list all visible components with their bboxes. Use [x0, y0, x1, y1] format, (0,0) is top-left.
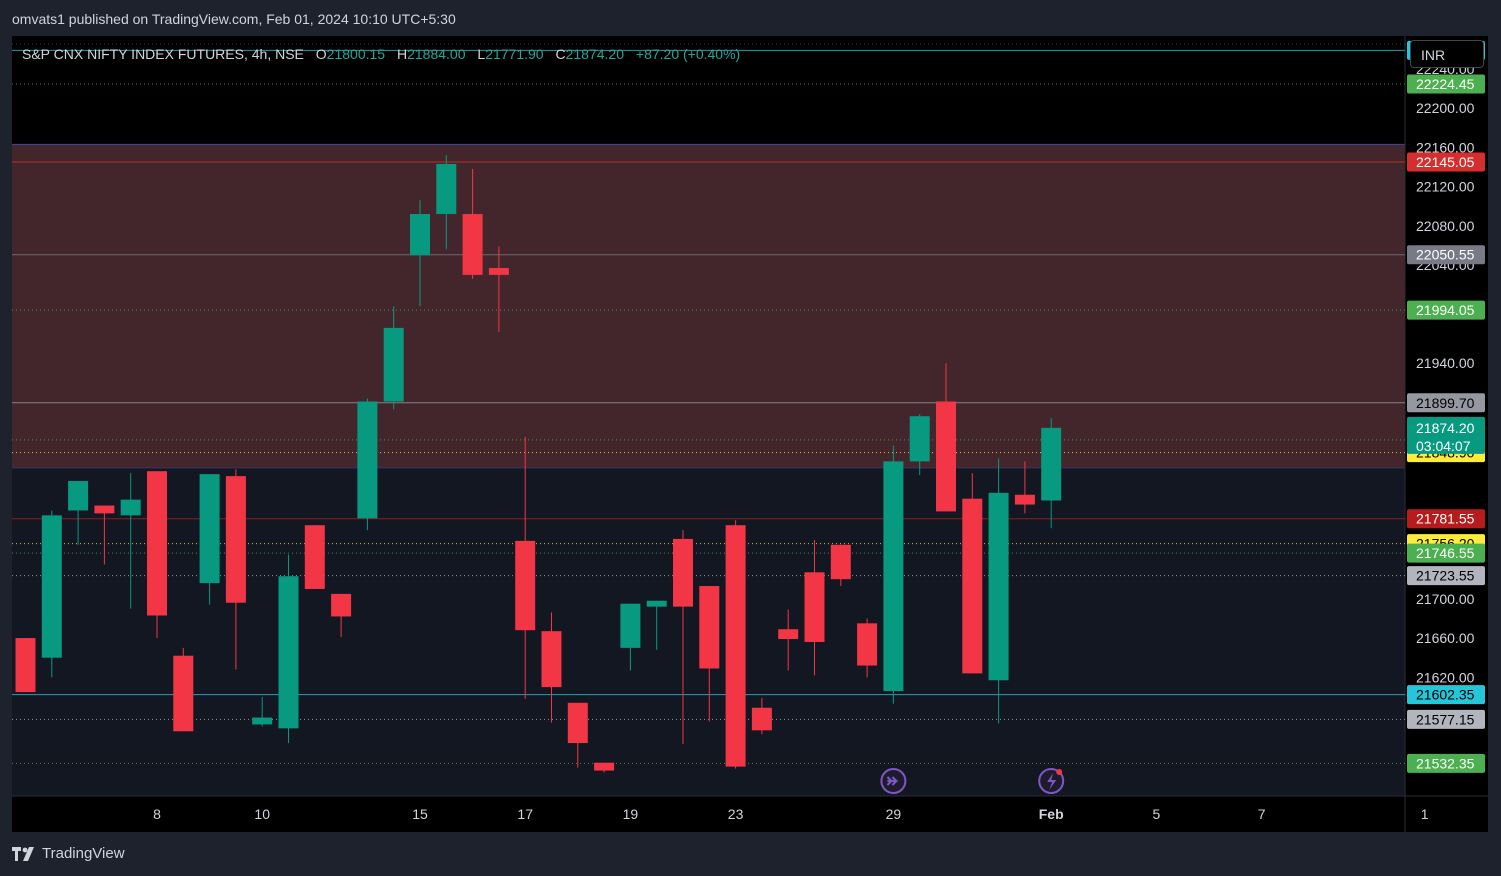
price-tick-label: 22200.00 [1416, 100, 1475, 116]
close-value: 21874.20 [565, 46, 625, 62]
bar-countdown: 03:04:07 [1416, 438, 1471, 454]
candle-body [1041, 427, 1062, 501]
candle-body [15, 638, 36, 693]
candle-body [830, 544, 851, 580]
time-tick-label: 29 [886, 806, 902, 822]
price-tick-label: 22120.00 [1416, 179, 1475, 195]
candle-body [120, 499, 141, 516]
level-price-label: 21994.05 [1416, 302, 1475, 318]
level-price-label: 21602.35 [1416, 687, 1475, 703]
candle-body [68, 481, 89, 511]
candle-body [147, 471, 167, 616]
high-label: H [396, 46, 408, 62]
tradingview-logo[interactable]: TradingView [12, 845, 125, 862]
candle-body [646, 600, 667, 607]
price-tick-label: 21940.00 [1416, 355, 1475, 371]
symbol-name[interactable]: S&P CNX NIFTY INDEX FUTURES, 4h, NSE [22, 46, 304, 62]
earnings-event-icon[interactable] [1038, 768, 1065, 794]
candle-body [252, 717, 273, 725]
candle-body [909, 416, 930, 462]
candle-body [988, 492, 1009, 681]
candle-body [594, 762, 615, 771]
time-tick-label: 19 [623, 806, 639, 822]
time-tick-label: 23 [728, 806, 744, 822]
level-price-label: 22050.55 [1416, 247, 1475, 263]
open-value: 21800.15 [326, 46, 386, 62]
candle-body [883, 461, 904, 692]
dividend-event-icon[interactable] [880, 768, 907, 794]
candle-body [699, 586, 720, 669]
level-price-label: 21532.35 [1416, 755, 1475, 771]
candle-body [462, 214, 483, 275]
price-tick-label: 22080.00 [1416, 218, 1475, 234]
candle-body [515, 540, 536, 631]
candle-body [488, 268, 509, 275]
candle-body [41, 515, 62, 658]
resistance-zone [12, 144, 1405, 469]
level-price-label: 21781.55 [1416, 511, 1475, 527]
candle-body [751, 707, 772, 731]
price-tick-label: 21620.00 [1416, 669, 1475, 685]
brand-name: TradingView [42, 845, 125, 862]
level-price-label: 21723.55 [1416, 568, 1475, 584]
time-tick-label: 8 [153, 806, 161, 822]
price-tick-label: 21700.00 [1416, 591, 1475, 607]
level-price-label: 22224.45 [1416, 76, 1475, 92]
candle-body [778, 629, 799, 640]
candle-body [278, 576, 299, 729]
candle-body [357, 401, 378, 519]
time-tick-label: 10 [254, 806, 270, 822]
candle-body [541, 631, 562, 688]
candle-body [620, 603, 641, 648]
time-tick-label: 7 [1258, 806, 1266, 822]
low-value: 21771.90 [485, 46, 544, 62]
candle-body [567, 702, 588, 744]
level-price-label: 22145.05 [1416, 154, 1475, 170]
candle-body [331, 593, 352, 617]
candle-body [304, 525, 325, 589]
candle-body [804, 572, 825, 642]
change-value: +87.20 (+0.40%) [635, 46, 741, 62]
candle-body [199, 474, 220, 584]
level-price-label: 21899.70 [1416, 395, 1475, 411]
candle-body [725, 525, 746, 767]
open-label: O [315, 46, 327, 62]
candle-body [383, 327, 404, 402]
candle-body [673, 538, 693, 607]
time-tick-label: 5 [1153, 806, 1161, 822]
high-value: 21884.00 [407, 46, 466, 62]
candle-body [225, 476, 246, 603]
candle-body [94, 505, 115, 514]
price-tick-label: 21660.00 [1416, 630, 1475, 646]
candlestick-chart[interactable]: 22240.0022200.0022160.0022120.0022080.00… [12, 36, 1488, 832]
candle-body [1014, 494, 1035, 505]
tradingview-logo-icon [12, 846, 34, 861]
time-tick-label: 15 [412, 806, 428, 822]
symbol-legend: S&P CNX NIFTY INDEX FUTURES, 4h, NSE O21… [22, 46, 740, 62]
time-tick-label: 1 [1421, 806, 1429, 822]
candle-body [173, 655, 194, 732]
level-price-label: 21746.55 [1416, 545, 1475, 561]
candle-body [436, 163, 457, 215]
publish-header: omvats1 published on TradingView.com, Fe… [0, 0, 1501, 36]
candle-body [410, 214, 430, 256]
level-price-label: 21577.15 [1416, 711, 1475, 727]
candle-body [857, 623, 878, 666]
publisher-line: omvats1 published on TradingView.com, Fe… [12, 11, 456, 27]
last-price-label: 21874.20 [1416, 420, 1475, 436]
time-tick-label: Feb [1039, 806, 1064, 822]
currency-button[interactable]: INR [1410, 40, 1484, 68]
candle-body [936, 401, 956, 512]
close-label: C [555, 46, 566, 62]
candle-body [962, 498, 983, 674]
time-tick-label: 17 [517, 806, 533, 822]
